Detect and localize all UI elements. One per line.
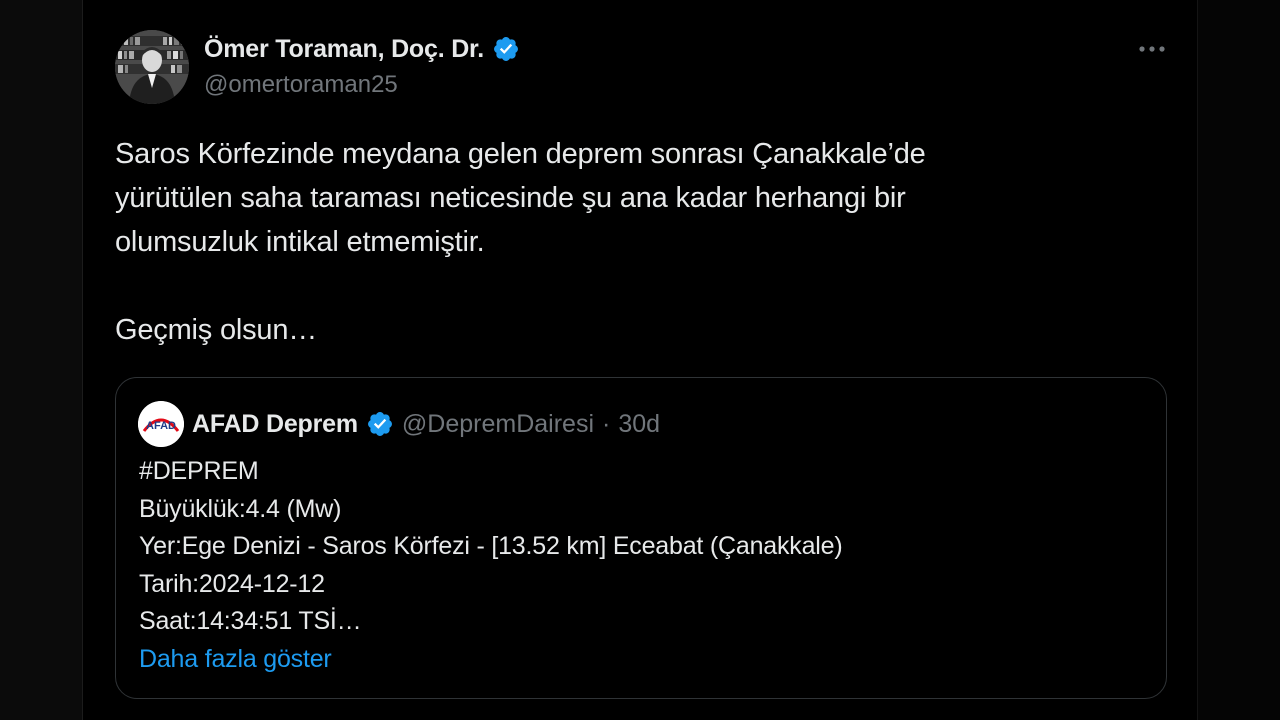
quoted-text-line: Yer:Ege Denizi - Saros Körfezi - [13.52 … <box>139 532 843 560</box>
quoted-tweet-body: #DEPREM Büyüklük:4.4 (Mw) Yer:Ege Denizi… <box>139 453 843 679</box>
left-sidebar-rail <box>0 0 83 720</box>
show-more-link[interactable]: Daha fazla göster <box>139 641 842 679</box>
quoted-tweet-timestamp[interactable]: 30d <box>618 410 660 439</box>
tweet-text-line: olumsuzluk intikal etmemiştir. <box>115 226 485 258</box>
quoted-text-line[interactable]: #DEPREM <box>139 453 842 491</box>
svg-text:AFAD: AFAD <box>146 420 176 432</box>
tweet-text: Saros Körfezinde meydana gelen deprem so… <box>115 132 1115 352</box>
quoted-tweet-header: AFAD Deprem @DepremDairesi · 30d <box>192 405 660 443</box>
afad-logo-icon: AFAD <box>138 401 184 447</box>
separator-dot: · <box>602 409 611 438</box>
tweet-text-line: yürütülen saha taraması neticesinde şu a… <box>115 182 906 214</box>
quoted-tweet-card[interactable]: AFAD AFAD Deprem @DepremDairesi · 30d #D… <box>115 377 1167 699</box>
author-handle[interactable]: @omertoraman25 <box>204 71 398 99</box>
quoted-author-name[interactable]: AFAD Deprem <box>192 410 358 439</box>
right-sidebar-rail <box>1197 0 1280 720</box>
author-name-row[interactable]: Ömer Toraman, Doç. Dr. <box>204 32 520 66</box>
author-name[interactable]: Ömer Toraman, Doç. Dr. <box>204 35 484 64</box>
quoted-text-line: Tarih:2024-12-12 <box>139 569 325 598</box>
quoted-text-line: Büyüklük:4.4 (Mw) <box>139 494 342 523</box>
tweet-text-line: Geçmiş olsun… <box>115 314 318 346</box>
quoted-text-line: Saat:14:34:51 TSİ… <box>139 607 362 635</box>
quoted-author-avatar[interactable]: AFAD <box>138 401 184 447</box>
author-avatar[interactable] <box>115 30 189 104</box>
quoted-author-handle[interactable]: @DepremDairesi <box>402 410 594 439</box>
verified-badge-icon <box>493 37 518 61</box>
tweet-text-line: Saros Körfezinde meydana gelen deprem so… <box>115 138 926 170</box>
tweet: Ömer Toraman, Doç. Dr. @omertoraman25 Sa… <box>83 0 1197 720</box>
verified-badge-icon <box>367 412 392 436</box>
more-horizontal-icon[interactable] <box>1133 34 1171 64</box>
